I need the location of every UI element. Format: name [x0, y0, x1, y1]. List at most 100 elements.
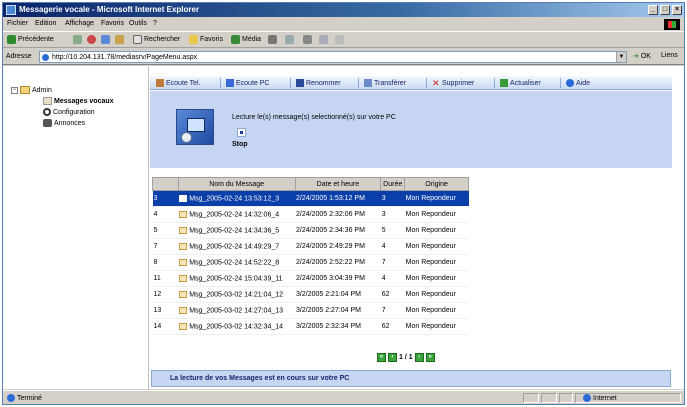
menu-edition[interactable]: Edition: [35, 20, 56, 27]
row-duration: 3: [380, 190, 405, 207]
row-name-text: Msg_2005-02-24 14:52:22_8: [189, 259, 280, 267]
table-row[interactable]: 14 Msg_2005-03-02 14:32:34_14 3/2/2005 2…: [152, 318, 469, 335]
row-date: 2/24/2005 2:34:36 PM: [295, 222, 381, 239]
ecoute-tel-button[interactable]: Ecoute Tel.: [156, 79, 201, 87]
row-name[interactable]: Msg_2005-02-24 14:49:29_7: [178, 238, 296, 255]
row-name[interactable]: Msg_2005-02-24 13:53:12_3: [178, 190, 296, 207]
table-row[interactable]: 4 Msg_2005-02-24 14:32:06_4 2/24/2005 2:…: [152, 206, 469, 223]
row-name[interactable]: Msg_2005-03-02 14:27:04_13: [178, 302, 296, 319]
stop-nav-button[interactable]: [87, 35, 96, 44]
table-row[interactable]: 3 Msg_2005-02-24 13:53:12_3 2/24/2005 1:…: [152, 190, 469, 207]
tree-item-label: Annonces: [54, 119, 86, 127]
row-name[interactable]: Msg_2005-02-24 14:52:22_8: [178, 254, 296, 271]
row-name-text: Msg_2005-02-24 14:32:06_4: [189, 211, 280, 219]
pagination: « ‹ 1 / 1 › »: [377, 353, 435, 362]
header-number: [152, 177, 179, 191]
aide-button[interactable]: Aide: [566, 79, 590, 87]
maximize-button[interactable]: □: [660, 5, 670, 15]
table-row[interactable]: 11 Msg_2005-02-24 15:04:39_11 2/24/2005 …: [152, 270, 469, 287]
supprimer-button[interactable]: ✕ Supprimer: [432, 78, 474, 88]
links-button[interactable]: Liens: [661, 52, 678, 59]
table-row[interactable]: 8 Msg_2005-02-24 14:52:22_8 2/24/2005 2:…: [152, 254, 469, 271]
media-icon: [231, 35, 240, 44]
row-date: 3/2/2005 2:32:34 PM: [295, 318, 381, 335]
row-name[interactable]: Msg_2005-02-24 14:32:06_4: [178, 206, 296, 223]
row-name[interactable]: Msg_2005-03-02 14:21:04_12: [178, 286, 296, 303]
refresh-icon: [500, 79, 508, 87]
row-name-text: Msg_2005-03-02 14:21:04_12: [189, 291, 284, 299]
menu-favoris[interactable]: Favoris: [101, 20, 124, 27]
favorites-button[interactable]: Favoris: [189, 35, 223, 44]
media-label: Média: [242, 36, 262, 43]
table-row[interactable]: 13 Msg_2005-03-02 14:27:04_13 3/2/2005 2…: [152, 302, 469, 319]
address-input[interactable]: http://10.204.131.78/mediasrv/PageMenu.a…: [39, 51, 627, 63]
address-dropdown-icon[interactable]: ▼: [616, 52, 626, 62]
header-date[interactable]: Date et heure: [294, 177, 382, 191]
menu-affichage[interactable]: Affichage: [65, 20, 94, 27]
table-row[interactable]: 7 Msg_2005-02-24 14:49:29_7 2/24/2005 2:…: [152, 238, 469, 255]
menu-help[interactable]: ?: [153, 20, 157, 27]
actualiser-button[interactable]: Actualiser: [500, 79, 541, 87]
menu-outils[interactable]: Outils: [129, 20, 147, 27]
media-button[interactable]: Média: [231, 35, 261, 44]
ecoute-pc-button[interactable]: Ecoute PC: [226, 79, 269, 87]
search-button[interactable]: Rechercher: [133, 35, 180, 44]
row-name[interactable]: Msg_2005-03-02 14:32:34_14: [178, 318, 296, 335]
table-row[interactable]: 12 Msg_2005-03-02 14:21:04_12 3/2/2005 2…: [152, 286, 469, 303]
address-url: http://10.204.131.78/mediasrv/PageMenu.a…: [52, 54, 198, 61]
row-duration: 62: [380, 318, 405, 335]
mail-button[interactable]: [285, 35, 294, 44]
renommer-button[interactable]: Renommer: [296, 79, 341, 87]
menu-fichier[interactable]: Fichier: [7, 20, 28, 27]
header-name[interactable]: Nom du Message: [177, 177, 296, 191]
table-row[interactable]: 5 Msg_2005-02-24 14:34:36_5 2/24/2005 2:…: [152, 222, 469, 239]
search-label: Rechercher: [144, 36, 181, 43]
close-button[interactable]: ×: [672, 5, 682, 15]
print-icon: [303, 35, 312, 44]
row-name-text: Msg_2005-03-02 14:32:34_14: [189, 323, 284, 331]
forward-arrow-icon: [73, 35, 82, 44]
message-icon: [179, 306, 188, 314]
stop-icon[interactable]: [237, 128, 246, 137]
delete-x-icon: ✕: [432, 78, 440, 88]
row-name[interactable]: Msg_2005-02-24 15:04:39_11: [178, 270, 296, 287]
row-date: 2/24/2005 3:04:39 PM: [295, 270, 381, 287]
last-page-button[interactable]: »: [425, 353, 435, 362]
tree-item-annonces[interactable]: Annonces: [43, 119, 85, 127]
row-number: 11: [152, 270, 179, 287]
first-page-button[interactable]: «: [377, 353, 386, 362]
message-icon: [179, 322, 188, 330]
history-button[interactable]: [268, 35, 277, 44]
collapse-icon[interactable]: −: [11, 86, 18, 94]
prev-page-button[interactable]: ‹: [388, 353, 397, 362]
refresh-button[interactable]: [101, 35, 110, 44]
status-bar: Terminé Internet: [3, 390, 684, 404]
back-button[interactable]: Précédente: [7, 35, 54, 44]
header-duration[interactable]: Durée: [380, 177, 406, 191]
stop-nav-icon: [87, 35, 96, 44]
minimize-button[interactable]: _: [648, 5, 658, 15]
title-bar: Messagerie vocale - Microsoft Internet E…: [3, 3, 684, 17]
tree-root-admin[interactable]: − Admin: [11, 86, 52, 94]
tree-item-configuration[interactable]: Configuration: [43, 108, 95, 116]
discuss-button[interactable]: [335, 35, 344, 44]
print-button[interactable]: [303, 35, 312, 44]
tree-item-messages-vocaux[interactable]: Messages vocaux: [43, 97, 114, 105]
row-number: 13: [152, 302, 179, 319]
toolbar-separator: [358, 78, 359, 88]
row-date: 2/24/2005 1:53:12 PM: [295, 190, 381, 207]
row-name[interactable]: Msg_2005-02-24 14:34:36_5: [178, 222, 296, 239]
home-icon: [115, 35, 124, 44]
stop-button-label[interactable]: Stop: [232, 141, 248, 148]
edit-button[interactable]: [319, 35, 328, 44]
next-page-button[interactable]: ›: [414, 353, 424, 362]
go-button[interactable]: ➔ OK: [633, 52, 651, 60]
header-origin[interactable]: Origine: [404, 177, 469, 191]
ecoute-tel-label: Ecoute Tel.: [166, 79, 201, 87]
action-toolbar: Ecoute Tel. Ecoute PC Renommer Transfére…: [150, 76, 672, 90]
home-button[interactable]: [115, 35, 124, 44]
transferer-button[interactable]: Transférer: [364, 79, 406, 87]
internet-globe-icon: [583, 394, 591, 402]
row-duration: 62: [380, 286, 405, 303]
forward-button[interactable]: [73, 35, 82, 44]
